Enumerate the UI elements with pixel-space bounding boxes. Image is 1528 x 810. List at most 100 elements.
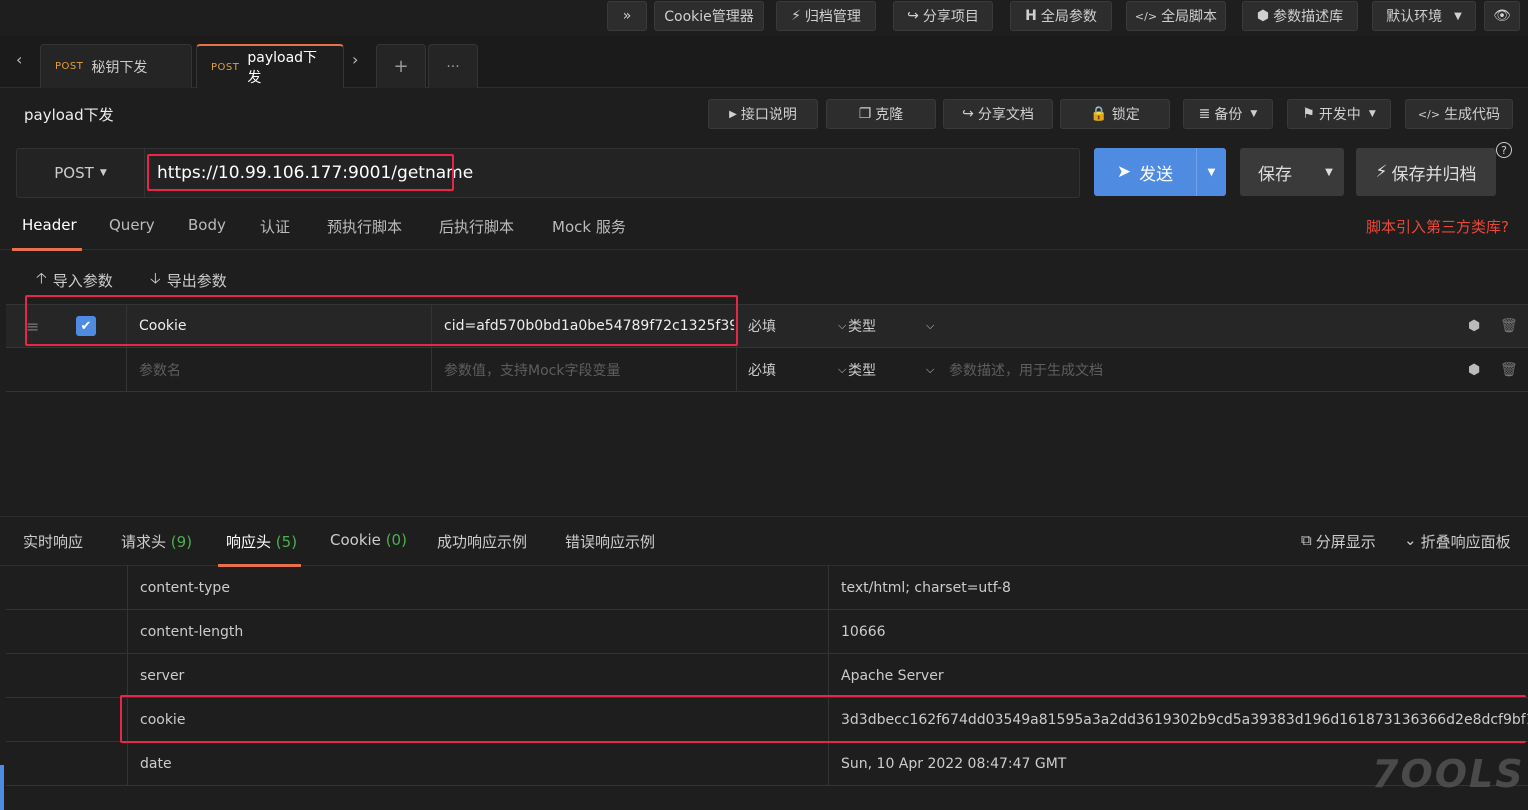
save-and-archive-button[interactable]: ⚡ 保存并归档	[1356, 148, 1496, 196]
global-params-button[interactable]: H 全局参数	[1010, 1, 1112, 31]
api-doc-label: 接口说明	[740, 107, 797, 123]
tab-success-example[interactable]: 成功响应示例	[437, 531, 527, 552]
param-value-input[interactable]: cid=afd570b0bd1a0be54789f72c1325f391	[444, 305, 734, 347]
trash-icon[interactable]: 🗑	[1500, 348, 1518, 391]
lock-icon: 🔒	[1090, 106, 1108, 122]
type-select[interactable]: 类型 ⌵	[848, 305, 934, 347]
environment-select[interactable]: 默认环境 ▼	[1372, 1, 1476, 31]
cookie-manager-button[interactable]: Cookie管理器	[654, 1, 764, 31]
request-subtabs: Header Query Body 认证 预执行脚本 后执行脚本 Mock 服务…	[0, 202, 1528, 251]
cube-icon[interactable]: ⬢	[1468, 348, 1480, 391]
header-key: server	[140, 668, 185, 684]
lock-button[interactable]: 🔒 锁定	[1060, 99, 1170, 129]
third-party-library-link[interactable]: 脚本引入第三方类库?	[1366, 216, 1509, 237]
send-options-caret-icon[interactable]: ▼	[1196, 148, 1226, 196]
table-row: date Sun, 10 Apr 2022 08:47:47 GMT	[6, 742, 1528, 786]
share-project-button[interactable]: ↪ 分享项目	[893, 1, 993, 31]
tab-body[interactable]: Body	[188, 216, 226, 234]
chevron-down-icon: ⌵	[926, 319, 935, 332]
tab-pre-script[interactable]: 预执行脚本	[327, 216, 402, 237]
expand-icon: »	[622, 8, 632, 24]
send-button[interactable]: ➤ 发送 ▼	[1094, 148, 1226, 196]
expand-button[interactable]: »	[607, 1, 647, 31]
global-script-button[interactable]: </> 全局脚本	[1126, 1, 1226, 31]
type-select[interactable]: 类型 ⌵	[848, 348, 934, 391]
tab-request-headers[interactable]: 请求头 (9)	[121, 531, 192, 552]
header-value: Apache Server	[841, 668, 944, 684]
param-desc-input[interactable]: 参数描述，用于生成文档	[949, 348, 1103, 391]
arrow-down-icon: 🡣	[150, 269, 161, 287]
drag-handle-icon[interactable]: ≡	[26, 305, 39, 347]
paper-plane-icon: ➤	[1116, 162, 1132, 182]
tab-payload-issue[interactable]: POST payload下发	[196, 44, 344, 88]
required-select[interactable]: 必填 ⌵	[748, 305, 846, 347]
archive-management-button[interactable]: ⚡ 归档管理	[776, 1, 876, 31]
import-params-button[interactable]: 🡡 导入参数	[36, 268, 113, 293]
chevron-down-icon: ⌵	[838, 362, 847, 376]
help-icon[interactable]: ?	[1496, 142, 1512, 158]
table-row: content-length 10666	[6, 610, 1528, 654]
caret-down-icon: ▼	[99, 168, 107, 178]
tab-scroll-left-icon[interactable]: ‹	[16, 50, 22, 69]
table-row: content-type text/html; charset=utf-8	[6, 566, 1528, 610]
header-key: date	[140, 756, 172, 772]
collapse-panel-button[interactable]: ⌄ 折叠响应面板	[1404, 531, 1511, 552]
clone-label: 克隆	[875, 107, 904, 123]
new-param-row: 参数名 参数值，支持Mock字段变量 必填 ⌵ 类型 ⌵ 参数描述，用于生成文档 ⬢…	[6, 348, 1528, 392]
bolt-icon: ⚡	[791, 8, 801, 24]
required-select[interactable]: 必填 ⌵	[748, 348, 846, 391]
code-icon: </>	[1417, 107, 1441, 121]
count-badge: (9)	[170, 533, 193, 551]
response-tabs: 实时响应 请求头 (9) 响应头 (5) Cookie (0) 成功响应示例 错…	[0, 516, 1528, 567]
tab-cookie[interactable]: Cookie (0)	[330, 531, 407, 549]
tab-secret-key-issue[interactable]: POST 秘钥下发	[40, 44, 192, 88]
tab-post-script[interactable]: 后执行脚本	[439, 216, 514, 237]
tab-query[interactable]: Query	[109, 216, 155, 234]
top-toolbar: » Cookie管理器 ⚡ 归档管理 ↪ 分享项目 H 全局参数 </> 全局脚本 ⬢ 参…	[0, 0, 1528, 36]
status-dropdown[interactable]: ⚑ 开发中 ▼	[1287, 99, 1391, 129]
cube-icon[interactable]: ⬢	[1468, 305, 1480, 347]
tab-mock-service[interactable]: Mock 服务	[552, 216, 626, 237]
table-row: cookie 3d3dbecc162f674dd03549a81595a3a2d…	[6, 698, 1528, 742]
share-doc-button[interactable]: ↪ 分享文档	[943, 99, 1053, 129]
url-input[interactable]: https://10.99.106.177:9001/getname	[157, 149, 473, 197]
status-label: 开发中	[1318, 107, 1361, 123]
code-icon: </>	[1134, 9, 1158, 23]
backup-dropdown[interactable]: ≣ 备份 ▼	[1183, 99, 1273, 129]
api-doc-button[interactable]: ▶ 接口说明	[708, 99, 818, 129]
table-row: server Apache Server	[6, 654, 1528, 698]
tab-error-example[interactable]: 错误响应示例	[565, 531, 655, 552]
cube-icon: ⬢	[1256, 8, 1270, 24]
save-button[interactable]: 保存 ▼	[1240, 148, 1344, 196]
chevron-down-icon: ⌵	[838, 319, 847, 332]
tab-more-button[interactable]: ···	[428, 44, 478, 88]
trash-icon[interactable]: 🗑	[1500, 305, 1518, 347]
tab-auth[interactable]: 认证	[260, 216, 290, 237]
method-select[interactable]: POST ▼	[17, 149, 145, 197]
count-badge: (5)	[275, 533, 298, 551]
tab-response-headers[interactable]: 响应头 (5)	[226, 531, 297, 552]
param-desc-library-button[interactable]: ⬢ 参数描述库	[1242, 1, 1358, 31]
global-script-label: 全局脚本	[1161, 9, 1218, 25]
clone-button[interactable]: ❐ 克隆	[826, 99, 936, 129]
generate-code-button[interactable]: </> 生成代码	[1405, 99, 1513, 129]
tab-label: 秘钥下发	[91, 59, 148, 76]
param-enabled-checkbox[interactable]: ✔	[76, 305, 96, 347]
new-param-name-input[interactable]: 参数名	[139, 348, 181, 391]
param-name-input[interactable]: Cookie	[139, 305, 187, 347]
tab-header[interactable]: Header	[22, 216, 77, 234]
split-view-button[interactable]: ⧉ 分屏显示	[1301, 531, 1376, 552]
required-label: 必填	[748, 319, 776, 335]
export-params-button[interactable]: 🡣 导出参数	[150, 268, 227, 293]
new-param-value-input[interactable]: 参数值，支持Mock字段变量	[444, 348, 620, 391]
tab-realtime-response[interactable]: 实时响应	[23, 531, 83, 552]
request-tab-bar: ‹ POST 秘钥下发 POST payload下发 › + ···	[0, 36, 1528, 88]
header-param-row: ≡ ✔ Cookie cid=afd570b0bd1a0be54789f72c1…	[6, 304, 1528, 348]
collapse-panel-label: 折叠响应面板	[1420, 533, 1511, 551]
tab-scroll-right-icon[interactable]: ›	[352, 50, 358, 69]
play-icon: ▶	[729, 108, 737, 120]
type-label: 类型	[848, 319, 876, 335]
method-label: POST	[54, 164, 94, 182]
add-tab-button[interactable]: +	[376, 44, 426, 88]
visibility-button[interactable]: 👁	[1484, 1, 1520, 31]
